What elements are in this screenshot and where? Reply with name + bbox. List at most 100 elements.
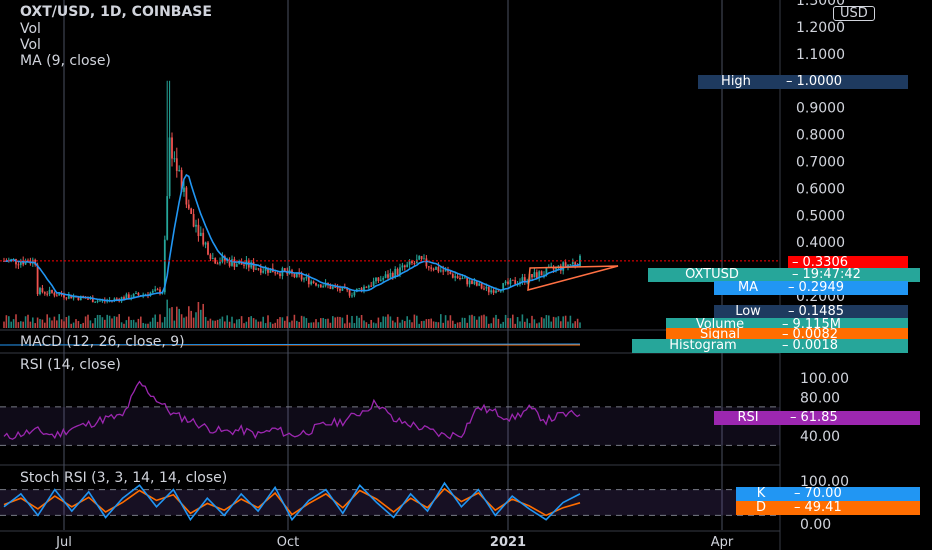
- volume-bar: [435, 321, 437, 328]
- volume-bar: [276, 319, 279, 328]
- candle-body: [384, 274, 387, 278]
- volume-bar: [152, 317, 154, 328]
- candle-body: [99, 300, 101, 302]
- volume-bar: [27, 314, 29, 328]
- volume-bar: [562, 316, 564, 328]
- volume-bar: [555, 317, 557, 328]
- volume-bar: [548, 315, 550, 328]
- volume-bar: [212, 320, 214, 328]
- volume-bar: [418, 323, 420, 328]
- volume-bar: [478, 316, 480, 328]
- candle-body: [235, 264, 238, 267]
- volume-bar: [550, 321, 552, 328]
- volume-bar: [291, 320, 293, 328]
- candle-body: [415, 259, 418, 264]
- volume-bar: [560, 321, 562, 328]
- volume-bar: [423, 320, 425, 328]
- high-tag: High – 1.0000: [698, 75, 908, 89]
- volume-bar: [154, 314, 156, 328]
- volume-bar: [514, 323, 516, 328]
- volume-bar: [130, 320, 132, 328]
- candle-body: [475, 281, 478, 286]
- volume-bar: [257, 321, 260, 328]
- candle-body: [319, 284, 322, 288]
- volume-bar: [195, 312, 197, 328]
- volume-bar: [394, 322, 396, 328]
- volume-bar: [512, 314, 514, 328]
- candle-body: [485, 286, 488, 289]
- candle-body: [216, 263, 219, 265]
- stoch-rsi-pane: [0, 481, 780, 522]
- volume-bar: [236, 319, 238, 328]
- time-tick-label: 2021: [490, 535, 526, 550]
- candle-body: [574, 262, 577, 265]
- volume-bar: [317, 322, 320, 328]
- candle-body: [257, 268, 260, 270]
- candle-body: [509, 279, 512, 285]
- volume-bar: [279, 317, 281, 328]
- volume-bar: [456, 322, 459, 328]
- volume-bar: [483, 314, 485, 328]
- candle-body: [396, 268, 399, 275]
- volume-bar: [300, 315, 303, 328]
- volume-bar: [188, 306, 190, 328]
- candle-body: [540, 271, 543, 276]
- candle-body: [401, 265, 404, 268]
- candle-body: [403, 265, 406, 268]
- rsi-tag: RSI – 61.85: [714, 411, 920, 425]
- volume-bar: [389, 316, 392, 328]
- volume-bar: [272, 323, 274, 328]
- candle-body: [331, 286, 334, 289]
- candle-body: [166, 196, 169, 240]
- volume-bar: [32, 317, 34, 328]
- candle-body: [473, 281, 476, 284]
- candle-body: [300, 274, 303, 280]
- volume-bar: [147, 323, 149, 328]
- candle-body: [303, 278, 305, 280]
- time-axis[interactable]: Jul Oct 2021 Apr: [0, 530, 780, 550]
- volume-bar: [44, 322, 46, 328]
- rsi-legend[interactable]: RSI (14, close): [20, 357, 121, 374]
- volume-bar: [92, 323, 94, 328]
- candle-body: [454, 276, 457, 278]
- volume-bar: [284, 320, 286, 328]
- currency-badge[interactable]: USD: [833, 6, 875, 21]
- candle-body: [339, 288, 341, 291]
- volume-bar: [135, 322, 137, 328]
- candle-body: [322, 286, 325, 288]
- candle-body: [255, 268, 257, 270]
- volume-bar: [344, 323, 346, 328]
- volume-bar: [144, 323, 147, 328]
- candle-body: [389, 273, 392, 278]
- candle-body: [365, 286, 368, 288]
- candle-body: [507, 281, 509, 285]
- candle-body: [48, 289, 51, 295]
- volume-bar: [221, 316, 224, 328]
- volume-bar: [274, 322, 276, 328]
- volume-bar: [406, 316, 408, 328]
- volume-bar: [216, 319, 219, 328]
- volume-bar: [442, 322, 444, 328]
- vol-legend-1[interactable]: Vol: [20, 21, 41, 38]
- vol-legend-2[interactable]: Vol: [20, 37, 41, 54]
- triangle-pattern: [527, 265, 619, 292]
- candle-body: [406, 264, 409, 268]
- volume-bar: [3, 321, 5, 328]
- stoch-legend[interactable]: Stoch RSI (3, 3, 14, 14, close): [20, 470, 227, 487]
- volume-bar: [22, 321, 24, 328]
- candle-body: [41, 288, 44, 293]
- candle-body: [451, 274, 454, 278]
- volume-bar: [56, 320, 58, 328]
- volume-bar: [219, 318, 221, 328]
- volume-bar: [327, 318, 329, 328]
- candle-body: [408, 261, 411, 265]
- candle-body: [317, 284, 320, 286]
- candle-body: [199, 232, 202, 237]
- macd-legend[interactable]: MACD (12, 26, close, 9): [20, 334, 185, 351]
- ma-legend[interactable]: MA (9, close): [20, 53, 111, 70]
- candle-body: [53, 292, 56, 296]
- candle-body: [233, 259, 236, 267]
- volume-bar: [502, 321, 504, 328]
- candle-body: [115, 298, 118, 300]
- rsi-tick-label: 100.00: [800, 371, 849, 387]
